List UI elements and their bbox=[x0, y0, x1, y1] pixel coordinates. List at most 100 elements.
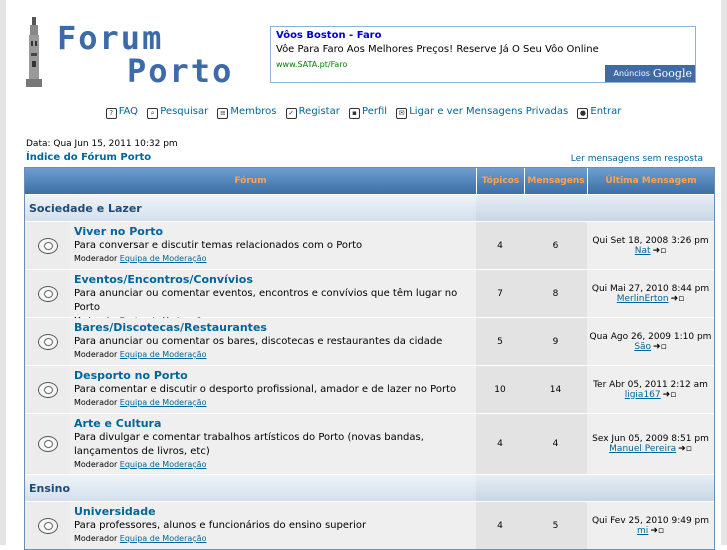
nav-faq[interactable]: ? FAQ bbox=[105, 106, 139, 119]
register-icon: ✓ bbox=[285, 108, 297, 119]
forum-table: Fórum Tópicos Mensagens Última Mensagem … bbox=[24, 167, 715, 550]
last-post-user-link[interactable]: mi bbox=[637, 526, 648, 536]
header-topics: Tópicos bbox=[476, 168, 524, 194]
goto-last-post-icon[interactable]: ➜▫ bbox=[678, 444, 692, 454]
forum-bubble-icon bbox=[37, 517, 58, 534]
goto-last-post-icon[interactable]: ➜▫ bbox=[663, 390, 677, 400]
moderator-label: Moderador bbox=[74, 534, 118, 543]
nav-members[interactable]: ≡ Membros bbox=[217, 106, 276, 119]
logo-text-porto: Porto bbox=[127, 52, 234, 90]
forum-row: Viver no Porto Para conversar e discutir … bbox=[25, 221, 714, 269]
goto-last-post-icon[interactable]: ➜▫ bbox=[653, 342, 667, 352]
forum-topics-count: 4 bbox=[476, 222, 524, 269]
forum-name-link[interactable]: Arte e Cultura bbox=[74, 417, 472, 430]
ad-badge[interactable]: Anúncios Google bbox=[605, 65, 695, 82]
forum-status-cell bbox=[25, 318, 70, 365]
last-post-date: Ter Abr 05, 2011 2:12 am bbox=[593, 379, 708, 390]
moderator-label: Moderador bbox=[74, 398, 118, 407]
forum-info-cell: Arte e Cultura Para divulgar e comentar t… bbox=[70, 414, 476, 474]
goto-last-post-icon[interactable]: ➜▫ bbox=[671, 294, 685, 304]
forum-row: Eventos/Encontros/Convívios Para anunciar… bbox=[25, 269, 714, 325]
moderator-link[interactable]: Equipa de Moderação bbox=[120, 350, 207, 359]
profile-icon: ▪ bbox=[349, 108, 361, 119]
moderator-label: Moderador bbox=[74, 350, 118, 359]
ad-banner[interactable]: Vôos Boston - Faro Vôe Para Faro Aos Mel… bbox=[270, 26, 696, 83]
forum-name-link[interactable]: Eventos/Encontros/Convívios bbox=[74, 273, 472, 286]
forum-description: Para anunciar ou comentar eventos, encon… bbox=[74, 288, 458, 313]
forum-description: Para divulgar e comentar trabalhos artís… bbox=[74, 432, 424, 457]
forum-row: Universidade Para professores, alunos e f… bbox=[25, 501, 714, 549]
moderator-link[interactable]: Equipa de Moderação bbox=[120, 254, 207, 263]
header-last-post: Última Mensagem bbox=[587, 168, 714, 194]
last-post-user-link[interactable]: MerlinErton bbox=[617, 294, 669, 304]
forum-topics-count: 4 bbox=[476, 502, 524, 549]
forum-bubble-icon bbox=[37, 381, 58, 398]
forum-row: Arte e Cultura Para divulgar e comentar t… bbox=[25, 413, 714, 474]
forum-bubble-icon bbox=[37, 333, 58, 350]
forum-moderator: Moderador Equipa de Moderação bbox=[74, 534, 472, 543]
forum-description: Para conversar e discutir temas relacion… bbox=[74, 240, 363, 251]
forum-status-cell bbox=[25, 366, 70, 413]
last-post-user-link[interactable]: São bbox=[634, 342, 651, 352]
goto-last-post-icon[interactable]: ➜▫ bbox=[653, 246, 667, 256]
tower-icon bbox=[26, 17, 42, 87]
last-post-user-link[interactable]: ligia167 bbox=[625, 390, 661, 400]
forum-bubble-icon bbox=[37, 237, 58, 254]
unanswered-posts-link[interactable]: Ler mensagens sem resposta bbox=[571, 154, 703, 164]
ad-text: Vôe Para Faro Aos Melhores Preços! Reser… bbox=[276, 44, 599, 55]
last-post-user-link[interactable]: Nat bbox=[635, 246, 651, 256]
forum-posts-count: 5 bbox=[524, 502, 587, 549]
nav-label: FAQ bbox=[118, 106, 139, 117]
last-post-author-line: Nat ➜▫ bbox=[635, 246, 666, 256]
forum-moderator: Moderador Equipa de Moderação bbox=[74, 254, 472, 263]
table-body: Sociedade e Lazer Viver no Porto Para conv… bbox=[25, 194, 714, 549]
nav-register[interactable]: ✓ Registar bbox=[285, 106, 340, 119]
forum-last-post-cell: Qui Set 18, 2008 3:26 pm Nat ➜▫ bbox=[587, 222, 714, 269]
forum-name-link[interactable]: Universidade bbox=[74, 505, 472, 518]
ad-badge-brand: Google bbox=[652, 67, 692, 80]
nav-label: Pesquisar bbox=[160, 106, 209, 117]
forum-name-link[interactable]: Desporto no Porto bbox=[74, 369, 472, 382]
forum-status-cell bbox=[25, 222, 70, 269]
search-icon: ⌕ bbox=[147, 108, 159, 119]
last-post-author-line: ligia167 ➜▫ bbox=[625, 390, 677, 400]
forum-posts-count: 6 bbox=[524, 222, 587, 269]
forum-last-post-cell: Sex Jun 05, 2009 8:51 pm Manuel Pereira ➜▫ bbox=[587, 414, 714, 474]
goto-last-post-icon[interactable]: ➜▫ bbox=[650, 526, 664, 536]
forum-info-cell: Desporto no Porto Para comentar e discuti… bbox=[70, 366, 476, 413]
category-row: Sociedade e Lazer bbox=[25, 194, 714, 221]
forum-topics-count: 4 bbox=[476, 414, 524, 474]
last-post-author-line: São ➜▫ bbox=[634, 342, 666, 352]
forum-last-post-cell: Ter Abr 05, 2011 2:12 am ligia167 ➜▫ bbox=[587, 366, 714, 413]
nav-private-messages[interactable]: ✉ Ligar e ver Mensagens Privadas bbox=[396, 106, 568, 119]
forum-name-link[interactable]: Viver no Porto bbox=[74, 225, 472, 238]
forum-index-link[interactable]: Índice do Fórum Porto bbox=[26, 152, 151, 163]
forum-info-cell: Viver no Porto Para conversar e discutir … bbox=[70, 222, 476, 269]
nav-login[interactable]: ● Entrar bbox=[577, 106, 621, 119]
nav-search[interactable]: ⌕ Pesquisar bbox=[147, 106, 208, 119]
last-post-user-link[interactable]: Manuel Pereira bbox=[609, 444, 676, 454]
category-name[interactable]: Ensino bbox=[25, 475, 476, 501]
ad-title[interactable]: Vôos Boston - Faro bbox=[276, 30, 382, 41]
nav-label: Perfil bbox=[362, 106, 388, 117]
main-nav: ? FAQ ⌕ Pesquisar ≡ Membros ✓ Registar ▪ Perf… bbox=[6, 106, 721, 119]
forum-row: Bares/Discotecas/Restaurantes Para anunci… bbox=[25, 317, 714, 365]
forum-row: Desporto no Porto Para comentar e discuti… bbox=[25, 365, 714, 413]
moderator-link[interactable]: Equipa de Moderação bbox=[120, 398, 207, 407]
forum-topics-count: 5 bbox=[476, 318, 524, 365]
forum-moderator: Moderador Equipa de Moderação bbox=[74, 460, 472, 469]
forum-info-cell: Bares/Discotecas/Restaurantes Para anunci… bbox=[70, 318, 476, 365]
category-name[interactable]: Sociedade e Lazer bbox=[25, 195, 476, 221]
nav-profile[interactable]: ▪ Perfil bbox=[349, 106, 387, 119]
table-header: Fórum Tópicos Mensagens Última Mensagem bbox=[25, 168, 714, 194]
last-post-date: Qua Ago 26, 2009 1:10 pm bbox=[589, 331, 712, 342]
ad-url[interactable]: www.SATA.pt/Faro bbox=[276, 60, 347, 69]
forum-name-link[interactable]: Bares/Discotecas/Restaurantes bbox=[74, 321, 472, 334]
nav-label: Registar bbox=[298, 106, 340, 117]
forum-posts-count: 4 bbox=[524, 414, 587, 474]
forum-posts-count: 14 bbox=[524, 366, 587, 413]
current-date: Data: Qua Jun 15, 2011 10:32 pm bbox=[26, 139, 178, 149]
site-logo[interactable]: Forum Porto bbox=[23, 17, 234, 90]
moderator-link[interactable]: Equipa de Moderação bbox=[120, 534, 207, 543]
moderator-link[interactable]: Equipa de Moderação bbox=[120, 460, 207, 469]
